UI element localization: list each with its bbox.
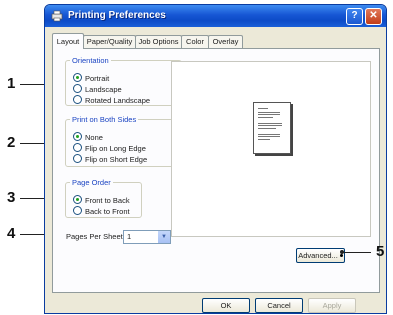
window-title: Printing Preferences bbox=[68, 10, 166, 21]
advanced-button[interactable]: Advanced... bbox=[296, 248, 345, 263]
print-both-sides-legend: Print on Both Sides bbox=[72, 115, 137, 124]
layout-preview bbox=[171, 61, 371, 237]
apply-button[interactable]: Apply bbox=[308, 298, 356, 313]
close-icon: ✕ bbox=[369, 10, 378, 21]
tab-overlay[interactable]: Overlay bbox=[208, 35, 243, 48]
printer-icon bbox=[51, 10, 63, 22]
print-both-sides-group: Print on Both Sides None Flip on Long Ed… bbox=[65, 115, 182, 167]
close-button[interactable]: ✕ bbox=[365, 8, 382, 25]
tab-layout[interactable]: Layout bbox=[52, 33, 84, 49]
callout-4: 4 bbox=[7, 225, 16, 242]
pages-per-sheet-value: 1 bbox=[127, 232, 132, 241]
ok-button[interactable]: OK bbox=[202, 298, 250, 313]
callout-3: 3 bbox=[7, 189, 16, 206]
page-order-back-to-front-radio[interactable]: Back to Front bbox=[73, 206, 130, 216]
radio-selected-icon bbox=[73, 132, 82, 141]
callout-5-anchor-dot bbox=[339, 254, 343, 257]
orientation-portrait-radio[interactable]: Portrait bbox=[73, 73, 109, 83]
option-label: Portrait bbox=[85, 74, 110, 83]
page-order-legend: Page Order bbox=[72, 178, 111, 187]
radio-icon bbox=[73, 206, 82, 215]
tab-paper-quality[interactable]: Paper/Quality bbox=[83, 35, 136, 48]
option-label: Flip on Short Edge bbox=[85, 155, 148, 164]
layout-panel: Orientation Portrait Landscape Rotated L… bbox=[52, 48, 380, 293]
tab-color[interactable]: Color bbox=[181, 35, 209, 48]
cancel-button[interactable]: Cancel bbox=[255, 298, 303, 313]
apply-label: Apply bbox=[322, 301, 342, 310]
orientation-legend: Orientation bbox=[72, 56, 109, 65]
duplex-none-radio[interactable]: None bbox=[73, 132, 103, 142]
callout-2: 2 bbox=[7, 134, 16, 151]
orientation-group: Orientation Portrait Landscape Rotated L… bbox=[65, 56, 182, 106]
option-label: Rotated Landscape bbox=[85, 96, 151, 105]
callout-1: 1 bbox=[7, 75, 16, 92]
pages-per-sheet-label: Pages Per Sheet: bbox=[66, 232, 125, 241]
tab-job-options[interactable]: Job Options bbox=[135, 35, 182, 48]
duplex-long-edge-radio[interactable]: Flip on Long Edge bbox=[73, 143, 146, 153]
page-order-front-to-back-radio[interactable]: Front to Back bbox=[73, 195, 130, 205]
callout-5-leader bbox=[340, 250, 371, 254]
option-label: Flip on Long Edge bbox=[85, 144, 146, 153]
help-button[interactable]: ? bbox=[346, 8, 363, 25]
orientation-landscape-radio[interactable]: Landscape bbox=[73, 84, 122, 94]
chevron-down-icon[interactable]: ▼ bbox=[158, 231, 170, 243]
title-bar[interactable]: Printing Preferences ? ✕ bbox=[45, 5, 386, 27]
radio-selected-icon bbox=[73, 73, 82, 82]
radio-selected-icon bbox=[73, 195, 82, 204]
page-preview-icon bbox=[253, 102, 291, 154]
option-label: Landscape bbox=[85, 85, 122, 94]
ok-label: OK bbox=[220, 301, 232, 310]
radio-icon bbox=[73, 154, 82, 163]
callout-5: 5 bbox=[376, 243, 385, 260]
help-icon: ? bbox=[351, 10, 358, 21]
option-label: None bbox=[85, 133, 103, 142]
radio-icon bbox=[73, 95, 82, 104]
advanced-label: Advanced... bbox=[298, 251, 338, 260]
radio-icon bbox=[73, 143, 82, 152]
orientation-rotated-landscape-radio[interactable]: Rotated Landscape bbox=[73, 95, 150, 105]
option-label: Back to Front bbox=[85, 207, 130, 216]
radio-icon bbox=[73, 84, 82, 93]
pages-per-sheet-select[interactable]: 1 ▼ bbox=[123, 230, 171, 244]
option-label: Front to Back bbox=[85, 196, 130, 205]
duplex-short-edge-radio[interactable]: Flip on Short Edge bbox=[73, 154, 147, 164]
cancel-label: Cancel bbox=[267, 301, 291, 310]
page-order-group: Page Order Front to Back Back to Front bbox=[65, 178, 142, 218]
printing-preferences-dialog: Printing Preferences ? ✕ Layout Paper/Qu… bbox=[44, 4, 387, 314]
